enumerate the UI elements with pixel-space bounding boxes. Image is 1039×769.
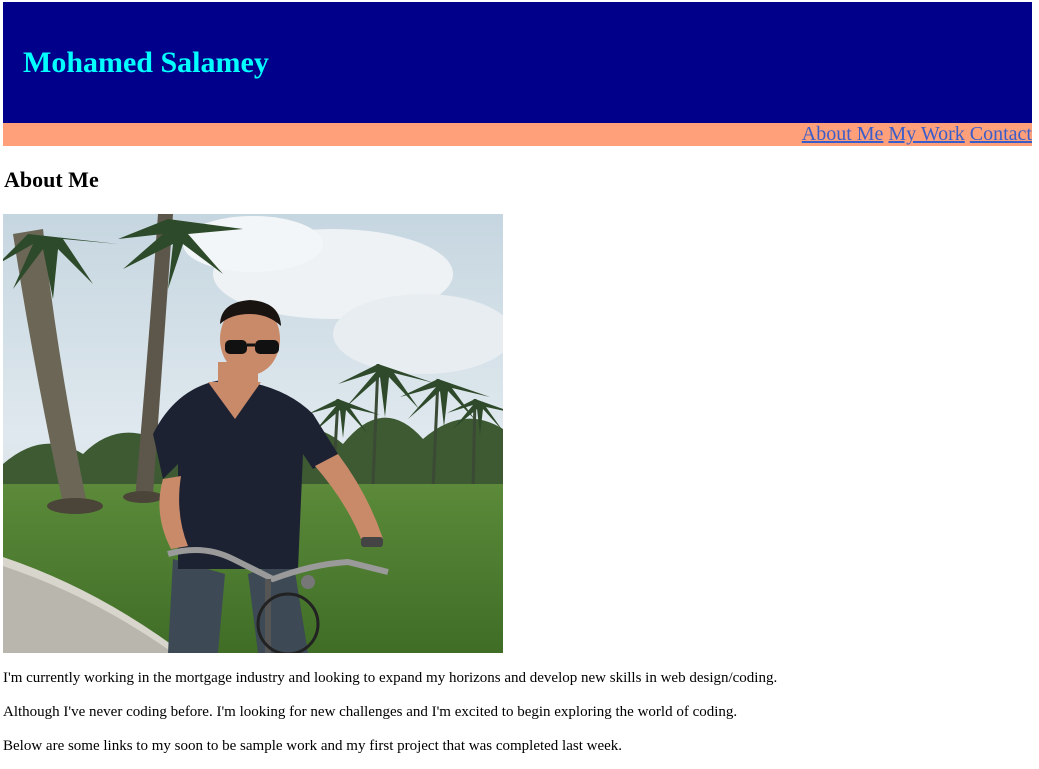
- about-paragraph-2: Although I've never coding before. I'm l…: [3, 704, 738, 720]
- nav-bar: About Me My Work Contact: [3, 123, 1032, 146]
- about-paragraph-1: I'm currently working in the mortgage in…: [3, 670, 778, 686]
- nav-link-contact[interactable]: Contact: [970, 123, 1032, 145]
- nav-link-my-work[interactable]: My Work: [888, 123, 964, 145]
- section-heading-about-me: About Me: [4, 167, 99, 192]
- nav-link-about-me[interactable]: About Me: [802, 123, 884, 145]
- site-header: Mohamed Salamey: [3, 2, 1032, 123]
- profile-photo: [3, 214, 503, 653]
- about-paragraph-3: Below are some links to my soon to be sa…: [3, 738, 623, 754]
- site-title: Mohamed Salamey: [23, 46, 269, 79]
